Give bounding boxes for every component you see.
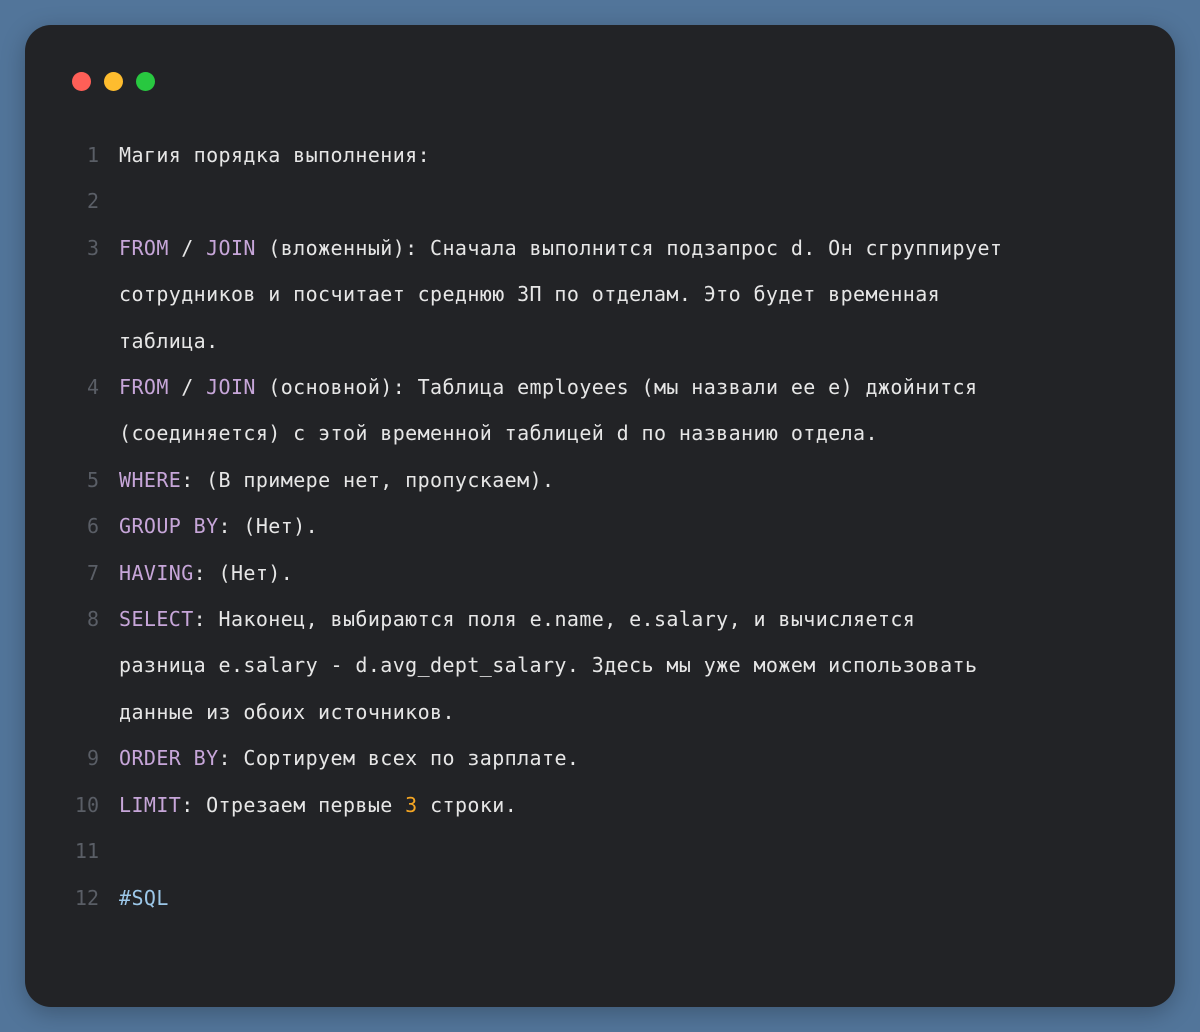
line-content: [119, 828, 1119, 874]
line-content: HAVING: (Нет).: [119, 550, 1119, 596]
code-line: 10 LIMIT: Отрезаем первые 3 строки.: [25, 782, 1175, 828]
sql-keyword: WHERE: [119, 467, 182, 492]
code-line: 5 WHERE: (В примере нет, пропускаем).: [25, 457, 1175, 503]
code-block: 1 Магия порядка выполнения: 2 3 FROM / JOIN…: [25, 132, 1175, 921]
text-segment: : (Нет).: [193, 560, 294, 585]
sql-keyword: HAVING: [119, 560, 194, 585]
line-number: 4: [86, 375, 99, 400]
line-content: LIMIT: Отрезаем первые 3 строки.: [119, 782, 1119, 828]
line-number: 2: [86, 189, 99, 214]
line-content: Магия порядка выполнения:: [119, 132, 1119, 178]
line-number: 8: [86, 607, 99, 632]
sql-keyword: JOIN: [206, 235, 256, 260]
hashtag: #SQL: [119, 885, 169, 910]
text-segment: строки.: [417, 792, 518, 817]
code-line: 9 ORDER BY: Сортируем всех по зарплате.: [25, 735, 1175, 781]
line-number: 11: [74, 839, 99, 864]
code-line: 6 GROUP BY: (Нет).: [25, 503, 1175, 549]
line-content: #SQL: [119, 875, 1119, 921]
text-segment: : (В примере нет, пропускаем).: [181, 467, 555, 492]
maximize-button[interactable]: [136, 72, 155, 91]
code-line: 8 SELECT: Наконец, выбираются поля e.name…: [25, 596, 1175, 735]
line-number: 12: [74, 885, 99, 910]
code-line: 2: [25, 178, 1175, 224]
line-content: WHERE: (В примере нет, пропускаем).: [119, 457, 1119, 503]
sql-keyword: SELECT: [119, 607, 194, 632]
close-button[interactable]: [72, 72, 91, 91]
code-line: 11: [25, 828, 1175, 874]
line-number: 10: [74, 792, 99, 817]
sql-keyword: ORDER BY: [119, 746, 219, 771]
code-line: 12 #SQL: [25, 875, 1175, 921]
code-line: 3 FROM / JOIN (вложенный): Сначала выполн…: [25, 225, 1175, 364]
text-segment: : (Нет).: [218, 514, 319, 539]
line-number: 6: [86, 514, 99, 539]
text-segment: /: [168, 375, 207, 400]
number-literal: 3: [405, 792, 418, 817]
line-number: 9: [86, 746, 99, 771]
sql-keyword: GROUP BY: [119, 514, 219, 539]
line-number: 5: [86, 467, 99, 492]
minimize-button[interactable]: [104, 72, 123, 91]
code-line: 7 HAVING: (Нет).: [25, 550, 1175, 596]
line-number: 7: [86, 560, 99, 585]
sql-keyword: FROM: [119, 375, 169, 400]
code-window: 1 Магия порядка выполнения: 2 3 FROM / JOIN…: [25, 25, 1175, 1007]
window-controls: [72, 72, 155, 91]
sql-keyword: JOIN: [206, 375, 256, 400]
line-content: ORDER BY: Сортируем всех по зарплате.: [119, 735, 1119, 781]
text-segment: : Отрезаем первые: [181, 792, 406, 817]
text-segment: /: [168, 235, 207, 260]
line-content: SELECT: Наконец, выбираются поля e.name,…: [119, 596, 1119, 735]
code-line: 4 FROM / JOIN (основной): Таблица employe…: [25, 364, 1175, 457]
sql-keyword: LIMIT: [119, 792, 182, 817]
line-content: [119, 178, 1119, 224]
sql-keyword: FROM: [119, 235, 169, 260]
text-segment: : Сортируем всех по зарплате.: [218, 746, 580, 771]
line-number: 3: [86, 235, 99, 260]
text-segment: : Наконец, выбираются поля e.name, e.sal…: [119, 607, 978, 724]
line-content: FROM / JOIN (основной): Таблица employee…: [119, 364, 1119, 457]
code-line: 1 Магия порядка выполнения:: [25, 132, 1175, 178]
line-number: 1: [86, 143, 99, 167]
text-segment: Магия порядка выполнения:: [119, 143, 431, 167]
line-content: GROUP BY: (Нет).: [119, 503, 1119, 549]
line-content: FROM / JOIN (вложенный): Сначала выполни…: [119, 225, 1119, 364]
